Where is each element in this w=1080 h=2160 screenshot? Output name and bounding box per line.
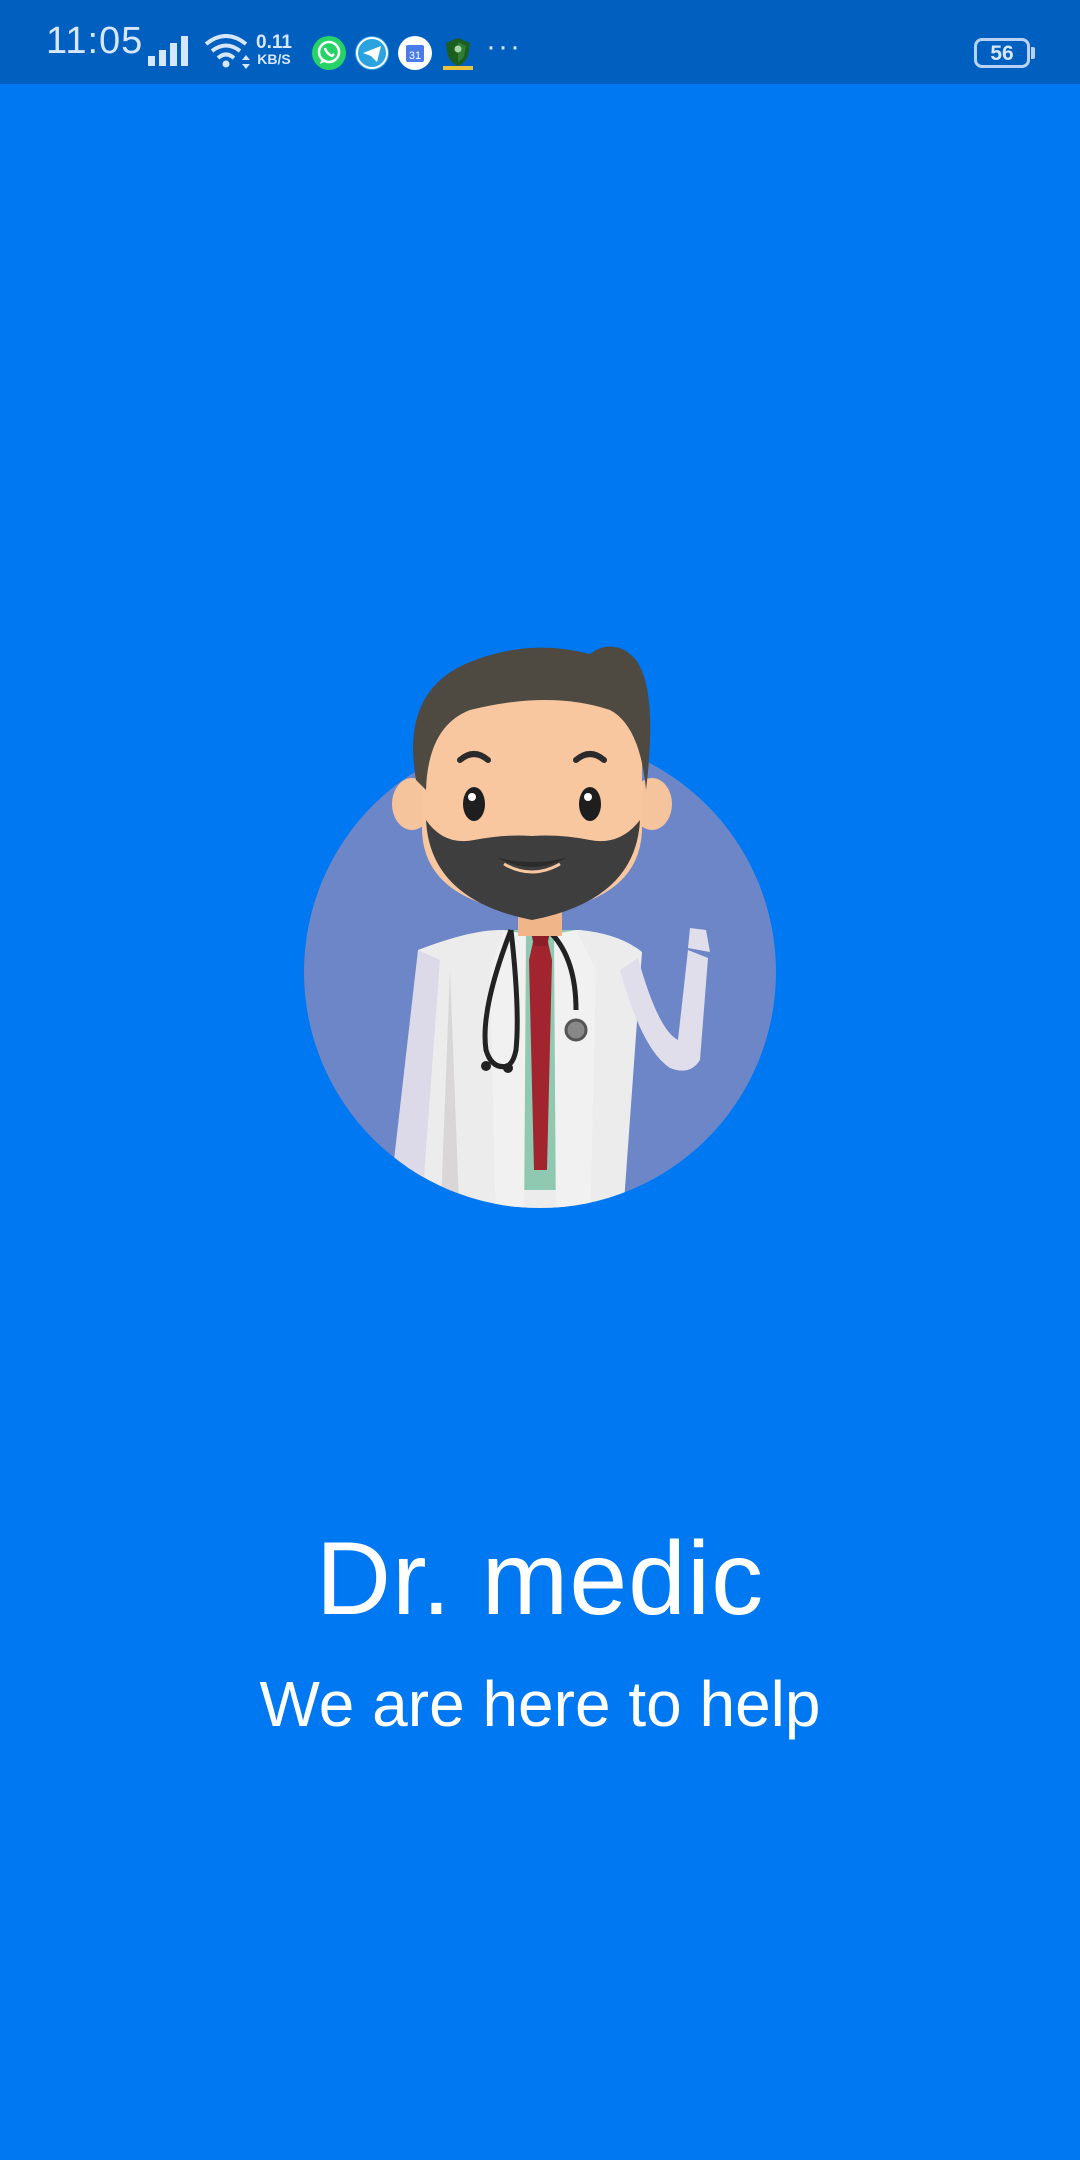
more-notifications-icon: ··· bbox=[486, 30, 522, 63]
calendar-icon: 31 bbox=[398, 36, 432, 70]
signal-icon bbox=[148, 36, 188, 66]
network-speed: 0.11 KB/S bbox=[256, 32, 292, 68]
app-tagline: We are here to help bbox=[259, 1668, 821, 1740]
status-time: 11:05 bbox=[46, 20, 144, 62]
app-title: Dr. medic bbox=[315, 1521, 765, 1637]
battery-icon: 56 bbox=[974, 38, 1030, 68]
network-speed-value: 0.11 bbox=[256, 32, 292, 53]
wifi-icon bbox=[204, 34, 250, 69]
status-bar: 11:05 0.11 KB/S 31 ··· 56 bbox=[0, 0, 1080, 84]
doctor-avatar-illustration bbox=[304, 646, 776, 1208]
network-speed-unit: KB/S bbox=[257, 51, 291, 67]
calendar-day: 31 bbox=[409, 50, 421, 62]
shield-app-icon bbox=[443, 38, 473, 70]
battery-level: 56 bbox=[990, 42, 1014, 65]
whatsapp-icon bbox=[312, 36, 346, 70]
battery-tip bbox=[1031, 47, 1035, 59]
telegram-icon bbox=[355, 36, 389, 70]
